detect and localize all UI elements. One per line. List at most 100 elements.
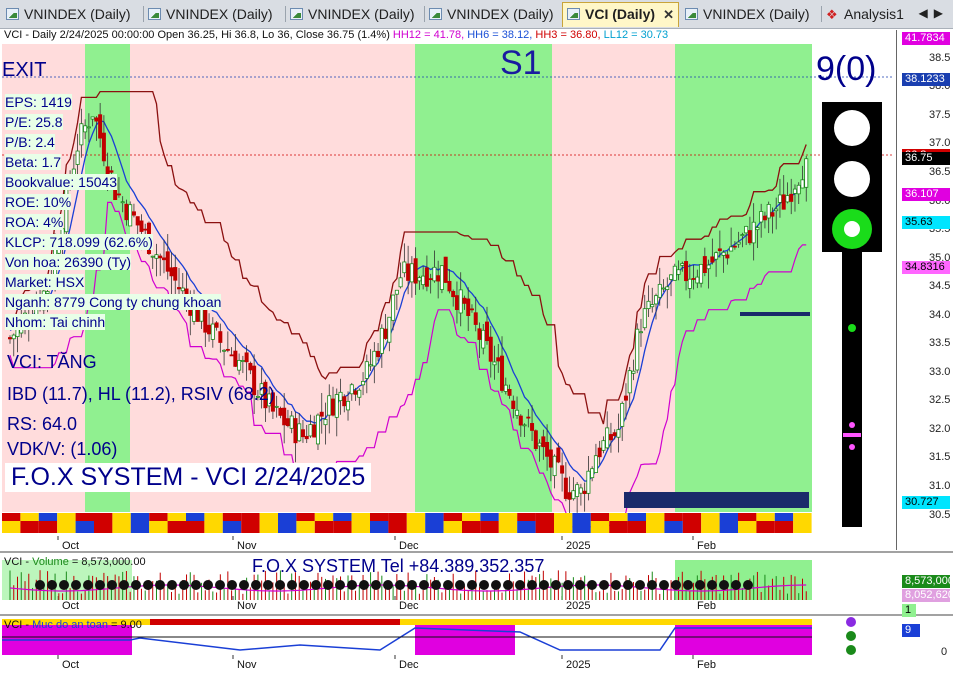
candle [79,123,84,146]
ll12-readout: LL12 = 30.73 [603,29,669,41]
candle [702,256,707,273]
signal-strip-top [296,513,315,521]
tab-vnindex-1[interactable]: VNINDEX (Daily) [2,3,142,26]
volume-avg-tag: 8,052,620 [902,589,953,602]
volume-dot [635,580,645,590]
month-label: Feb [697,659,716,671]
phase-label: S1 [500,44,542,82]
volume-dot [455,580,465,590]
signal-strip-top [314,513,334,521]
vdk-text: VDK/V: (1.06) [7,439,118,459]
volume-dot [407,580,417,590]
tab-analysis[interactable]: ❖ Analysis1 [822,3,917,26]
signal-strip-top [75,513,94,521]
volume-dot [155,580,165,590]
candle [533,430,538,449]
signal-strip-top [443,513,462,521]
signal-strip-bottom [627,521,646,533]
signal-strip-bottom [204,521,223,533]
signal-strip-top [351,513,370,521]
signal-strip-bottom [167,521,186,533]
fundamental-item: ROE: 10% [5,194,72,210]
tab-scroll-arrows[interactable]: ◀▶ [919,6,949,20]
candle [503,384,508,392]
price-tick-label: 38.5 [929,51,951,64]
signal-strip-bottom [554,521,573,533]
candle [800,179,805,189]
volume-dot [503,580,513,590]
candle [237,359,242,371]
signal-strip-bottom [57,521,76,533]
tab-vnindex-2[interactable]: VNINDEX (Daily) [144,3,284,26]
signal-strip-bottom [535,521,554,533]
candle [462,297,467,304]
candle [616,429,621,438]
signal-strip-top [738,513,757,521]
system-title: F.O.X SYSTEM - VCI 2/24/2025 [5,463,372,492]
candle [158,255,163,259]
close-tab-icon[interactable]: ✕ [663,3,674,26]
signal-strip-bottom [719,521,738,533]
candle [214,322,219,328]
candle [116,193,121,196]
volume-dot [107,580,117,590]
candle [447,280,452,292]
chart-icon [429,8,442,20]
traffic-light-middle [834,161,870,197]
candle [762,215,767,221]
tab-vnindex-4[interactable]: VNINDEX (Daily) [425,3,561,26]
volume-dot [431,580,441,590]
ratings-text: IBD (11.7), HL (11.2), RSIV (68.2) [7,384,275,404]
candle [571,490,576,500]
fundamental-item: Bookvalue: 15043 [5,174,118,190]
month-label: Dec [399,540,419,552]
tab-label: VCI (Daily) [585,6,656,22]
candle [672,265,677,281]
price-level-tag: 41.7834 [902,32,950,45]
volume-dot [299,580,309,590]
volume-tag: 8,573,000 [902,575,953,588]
zone-band [552,44,675,512]
signal-strip-bottom [480,521,499,533]
exit-signal: EXIT [2,59,47,81]
candle [620,403,625,427]
scroll-left-icon[interactable]: ◀ [919,6,934,20]
candle [357,389,362,398]
candle [732,245,737,248]
tab-vnindex-3[interactable]: VNINDEX (Daily) [286,3,424,26]
signal-strip-top [388,513,407,521]
month-label: Dec [399,659,419,671]
candle [518,415,523,426]
volume-dot [239,580,249,590]
candle [545,441,550,457]
candle [560,465,565,474]
candle [372,350,377,367]
signal-strip-top [57,513,76,521]
candle [631,370,636,374]
candle [796,184,801,195]
signal-strip-bottom [609,521,628,533]
candle [635,328,640,371]
month-label: 2025 [566,540,590,552]
volume-dot [395,580,405,590]
tab-vci[interactable]: VCI (Daily) ✕ [562,2,679,27]
volume-dot [227,580,237,590]
tab-vnindex-5[interactable]: VNINDEX (Daily) [681,3,821,26]
volume-dot [347,580,357,590]
scroll-right-icon[interactable]: ▶ [934,6,949,20]
volume-dot [383,580,393,590]
candle [428,278,433,281]
volume-dot [263,580,273,590]
candle [469,308,474,311]
candle [135,216,140,226]
candle [744,225,749,234]
candle [120,201,125,204]
candle [402,261,407,274]
price-level-tag: 36.107 [902,188,950,202]
candle [575,484,580,497]
signal-strip-top [38,513,58,521]
system-phone: F.O.X SYSTEM Tel +84.389.352.357 [252,556,545,576]
candle [244,352,249,363]
candle [131,211,136,216]
fundamental-item: Von hoa: 26390 (Ty) [5,254,132,270]
